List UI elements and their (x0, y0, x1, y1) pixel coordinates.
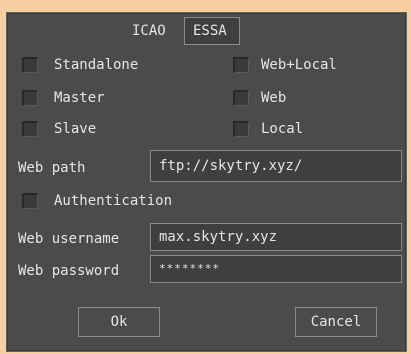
checkbox-box[interactable] (233, 90, 249, 106)
checkbox-label: Standalone (54, 57, 139, 73)
ok-button[interactable]: Ok (78, 307, 160, 337)
checkbox-label: Slave (54, 121, 97, 137)
checkbox-box[interactable] (233, 121, 249, 137)
web-path-label: Web path (18, 160, 86, 176)
checkbox-box[interactable] (22, 121, 38, 137)
web-password-field[interactable]: ******** (150, 255, 402, 283)
checkbox-box[interactable] (22, 90, 38, 106)
web-username-label: Web username (18, 231, 120, 247)
checkbox-box[interactable] (22, 193, 38, 209)
icao-field[interactable]: ESSA (184, 17, 240, 45)
checkbox-label: Master (54, 90, 105, 106)
icao-label: ICAO (132, 23, 166, 39)
cancel-button[interactable]: Cancel (295, 307, 377, 337)
checkbox-label: Local (261, 121, 304, 137)
checkbox-label: Authentication (54, 193, 173, 209)
checkbox-box[interactable] (233, 57, 249, 73)
web-username-field[interactable]: max.skytry.xyz (150, 223, 402, 251)
checkbox-box[interactable] (22, 57, 38, 73)
checkbox-label: Web (261, 90, 287, 106)
checkbox-label: Web+Local (261, 57, 337, 73)
web-password-label: Web password (18, 263, 120, 279)
settings-dialog: ICAO ESSA Standalone Master Slave Web+Lo… (6, 12, 407, 352)
web-path-field[interactable]: ftp://skytry.xyz/ (150, 150, 402, 182)
